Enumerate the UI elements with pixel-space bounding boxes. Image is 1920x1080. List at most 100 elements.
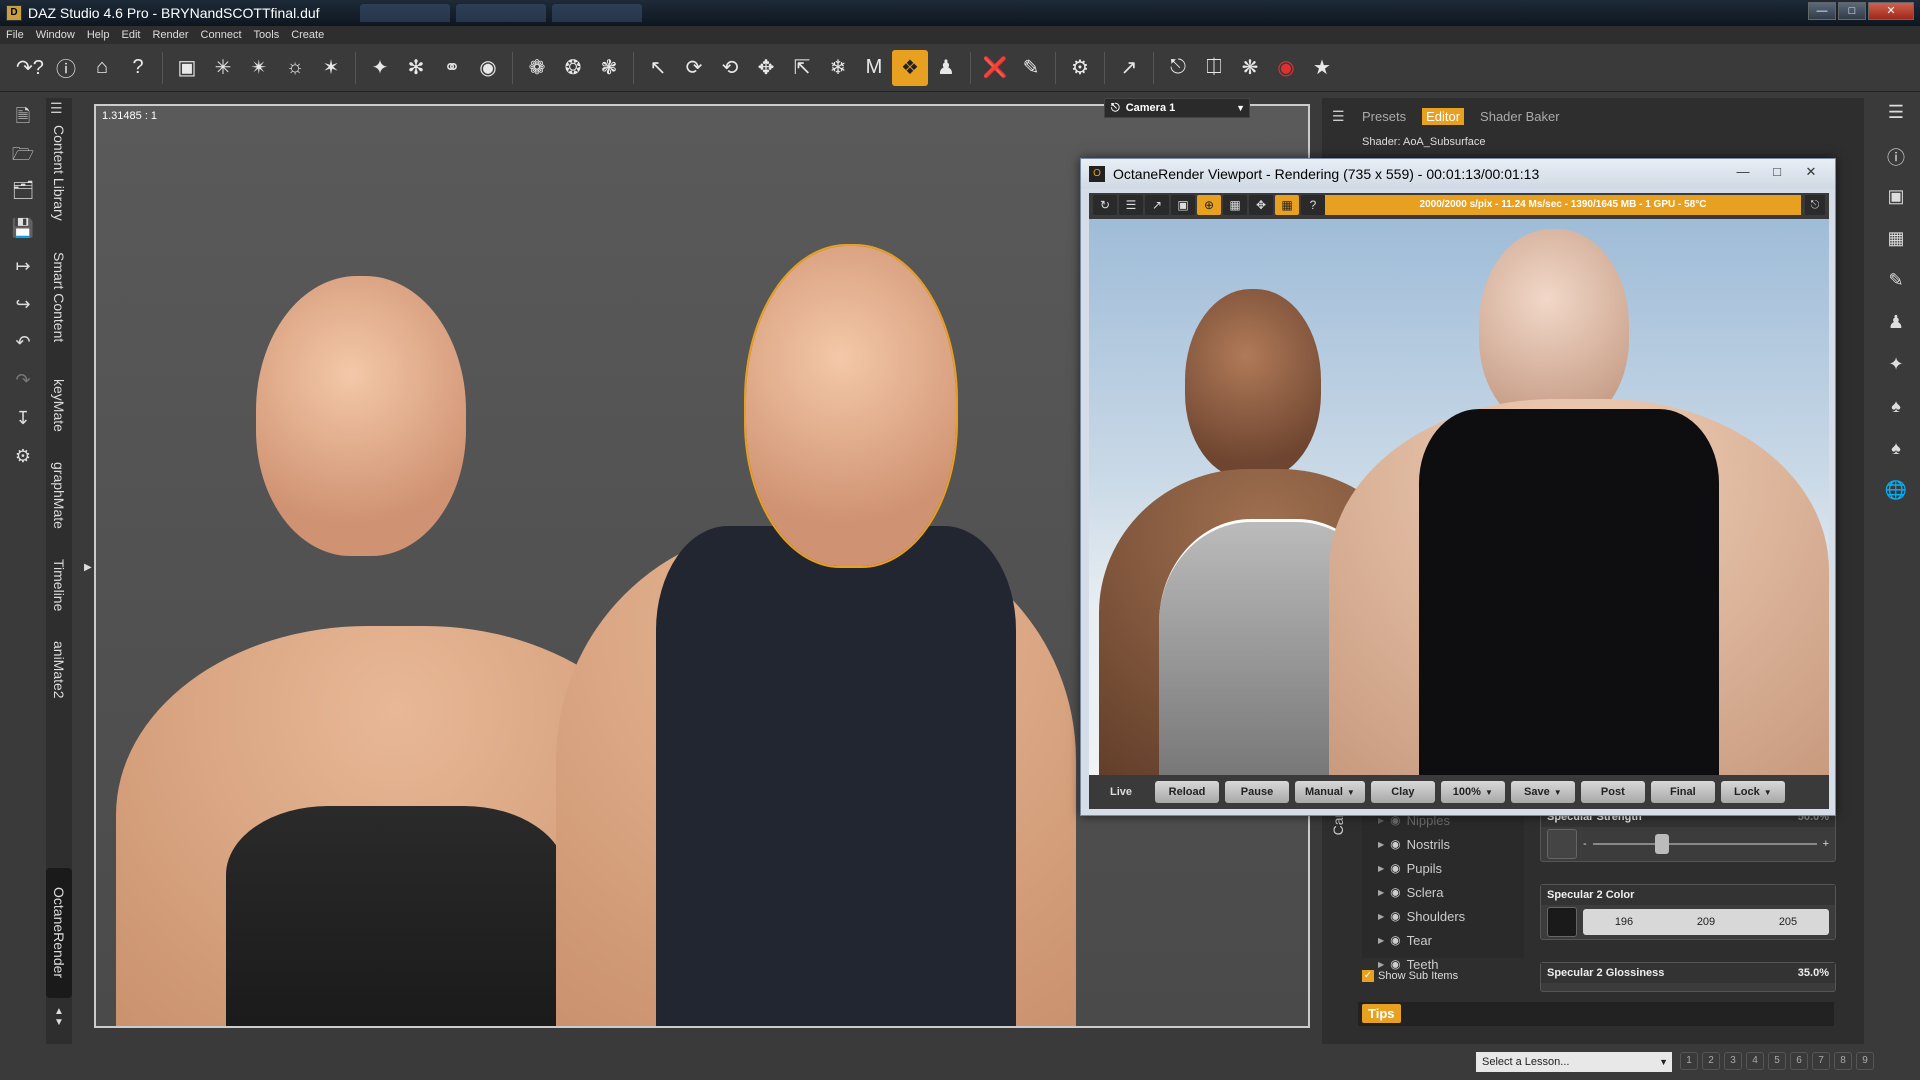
environment-icon[interactable]: 🌐: [1882, 480, 1910, 508]
export-icon[interactable]: ↪: [10, 294, 36, 320]
download-icon[interactable]: ↧: [10, 408, 36, 434]
maximize-button[interactable]: □: [1761, 163, 1793, 183]
decrement-icon[interactable]: -: [1583, 838, 1587, 850]
lock-button[interactable]: Lock ▼: [1720, 781, 1785, 803]
page-8[interactable]: 8: [1834, 1052, 1852, 1070]
snapshot-icon[interactable]: ⎋: [1805, 195, 1825, 215]
panel-menu-icon[interactable]: ☰: [1332, 108, 1345, 125]
tab-timeline[interactable]: Timeline: [46, 550, 72, 620]
page-6[interactable]: 6: [1790, 1052, 1808, 1070]
rgb-field[interactable]: 196 209 205: [1583, 909, 1829, 935]
pause-button[interactable]: Pause: [1225, 781, 1289, 803]
menu-render[interactable]: Render: [152, 29, 188, 41]
auto-icon[interactable]: ★: [1304, 50, 1340, 86]
camera-selector[interactable]: ⎋ Camera 1 ▼: [1104, 98, 1250, 118]
surface-item-tear[interactable]: ▶ ◉ Tear: [1362, 928, 1524, 952]
tab-shader-baker[interactable]: Shader Baker: [1476, 108, 1564, 125]
lesson-selector[interactable]: Select a Lesson... ▼: [1476, 1052, 1672, 1072]
menu-create[interactable]: Create: [291, 29, 324, 41]
cube-icon[interactable]: ✻: [398, 50, 434, 86]
close-button[interactable]: ✕: [1795, 163, 1827, 183]
node-weight-icon[interactable]: ❂: [555, 50, 591, 86]
render-icon[interactable]: ↗: [1111, 50, 1147, 86]
translate-icon[interactable]: ✥: [748, 50, 784, 86]
shaping-icon[interactable]: ✎: [1882, 270, 1910, 298]
surfaces-icon[interactable]: ♠: [1882, 438, 1910, 466]
clay-button[interactable]: Clay: [1370, 781, 1435, 803]
tab-animate2[interactable]: aniMate2: [46, 630, 72, 710]
surface-item-pupils[interactable]: ▶ ◉ Pupils: [1362, 856, 1524, 880]
redo-icon[interactable]: ↷: [10, 370, 36, 396]
figure-setup-icon[interactable]: ♠: [1882, 396, 1910, 424]
scene-icon[interactable]: ▣: [169, 50, 205, 86]
checkbox[interactable]: ✓: [1362, 970, 1374, 982]
record-icon[interactable]: ◉: [1268, 50, 1304, 86]
edit-icon[interactable]: ✎: [1013, 50, 1049, 86]
posing-icon[interactable]: ♟: [1882, 312, 1910, 340]
home-icon[interactable]: ⌂: [84, 50, 120, 86]
menu-file[interactable]: File: [6, 29, 24, 41]
tab-content-library[interactable]: Content Library: [46, 118, 72, 228]
cylinder-icon[interactable]: ◉: [470, 50, 506, 86]
orbit-icon[interactable]: ⟳: [676, 50, 712, 86]
texture-map-icon[interactable]: [1547, 829, 1577, 859]
strength-slider[interactable]: [1592, 834, 1817, 854]
linear-light-icon[interactable]: ✶: [313, 50, 349, 86]
post-button[interactable]: Post: [1580, 781, 1645, 803]
minimize-button[interactable]: —: [1727, 163, 1759, 183]
render-settings-icon[interactable]: ⚙: [1062, 50, 1098, 86]
info-icon[interactable]: ⓘ: [1882, 144, 1910, 172]
lights-icon[interactable]: ✦: [1882, 354, 1910, 382]
menu-connect[interactable]: Connect: [201, 29, 242, 41]
page-1[interactable]: 1: [1680, 1052, 1698, 1070]
page-9[interactable]: 9: [1856, 1052, 1874, 1070]
save-icon[interactable]: 💾: [10, 218, 36, 244]
menu-icon[interactable]: ☰: [1882, 102, 1910, 130]
primitive-icon[interactable]: ✦: [362, 50, 398, 86]
tab-presets[interactable]: Presets: [1358, 108, 1410, 125]
geometry-editor-icon[interactable]: ❃: [591, 50, 627, 86]
universal-icon[interactable]: ❄: [820, 50, 856, 86]
parameters-icon[interactable]: ▦: [1882, 228, 1910, 256]
final-button[interactable]: Final: [1650, 781, 1715, 803]
tab-octanerender[interactable]: OctaneRender: [46, 868, 72, 998]
menu-window[interactable]: Window: [36, 29, 75, 41]
morph-icon[interactable]: M: [856, 50, 892, 86]
save-button[interactable]: Save ▼: [1510, 781, 1575, 803]
whats-this-icon[interactable]: ↷?: [12, 50, 48, 86]
tab-keymate[interactable]: keyMate: [46, 370, 72, 440]
live-button[interactable]: Live: [1093, 781, 1149, 803]
rotate-icon[interactable]: ⟲: [712, 50, 748, 86]
figure-icon[interactable]: ♟: [928, 50, 964, 86]
help-circle-icon[interactable]: ?: [120, 50, 156, 86]
spot-light-icon[interactable]: ✴: [241, 50, 277, 86]
distant-light-icon[interactable]: ☼: [277, 50, 313, 86]
surface-item-nostrils[interactable]: ▶ ◉ Nostrils: [1362, 832, 1524, 856]
reload-button[interactable]: Reload: [1155, 781, 1219, 803]
page-4[interactable]: 4: [1746, 1052, 1764, 1070]
minimize-button[interactable]: —: [1808, 2, 1836, 20]
scene-pane-icon[interactable]: ▣: [1882, 186, 1910, 214]
install-icon[interactable]: ⚙: [10, 446, 36, 472]
select-icon[interactable]: ↖: [640, 50, 676, 86]
surface-item-sclera[interactable]: ▶ ◉ Sclera: [1362, 880, 1524, 904]
focus-icon[interactable]: ⊕: [1197, 195, 1221, 215]
manual-button[interactable]: Manual ▼: [1295, 781, 1365, 803]
color-swatch[interactable]: [1547, 907, 1577, 937]
open-file-icon[interactable]: 🗁: [10, 142, 36, 168]
scale-icon[interactable]: ⇱: [784, 50, 820, 86]
camera-icon[interactable]: ⎋: [1160, 50, 1196, 86]
iray-icon[interactable]: ❋: [1232, 50, 1268, 86]
help-icon[interactable]: ?: [1301, 195, 1325, 215]
tab-graphmate[interactable]: graphMate: [46, 450, 72, 540]
menu-edit[interactable]: Edit: [121, 29, 140, 41]
refresh-icon[interactable]: ↻: [1093, 195, 1117, 215]
export-icon[interactable]: ↗: [1145, 195, 1169, 215]
female-head[interactable]: [256, 276, 466, 556]
page-7[interactable]: 7: [1812, 1052, 1830, 1070]
tab-editor[interactable]: Editor: [1422, 107, 1465, 125]
camera-setup-icon[interactable]: ⎅: [1196, 50, 1232, 86]
expand-arrow-icon[interactable]: ▶: [84, 562, 92, 573]
menu-help[interactable]: Help: [87, 29, 110, 41]
joint-editor-icon[interactable]: ❁: [519, 50, 555, 86]
